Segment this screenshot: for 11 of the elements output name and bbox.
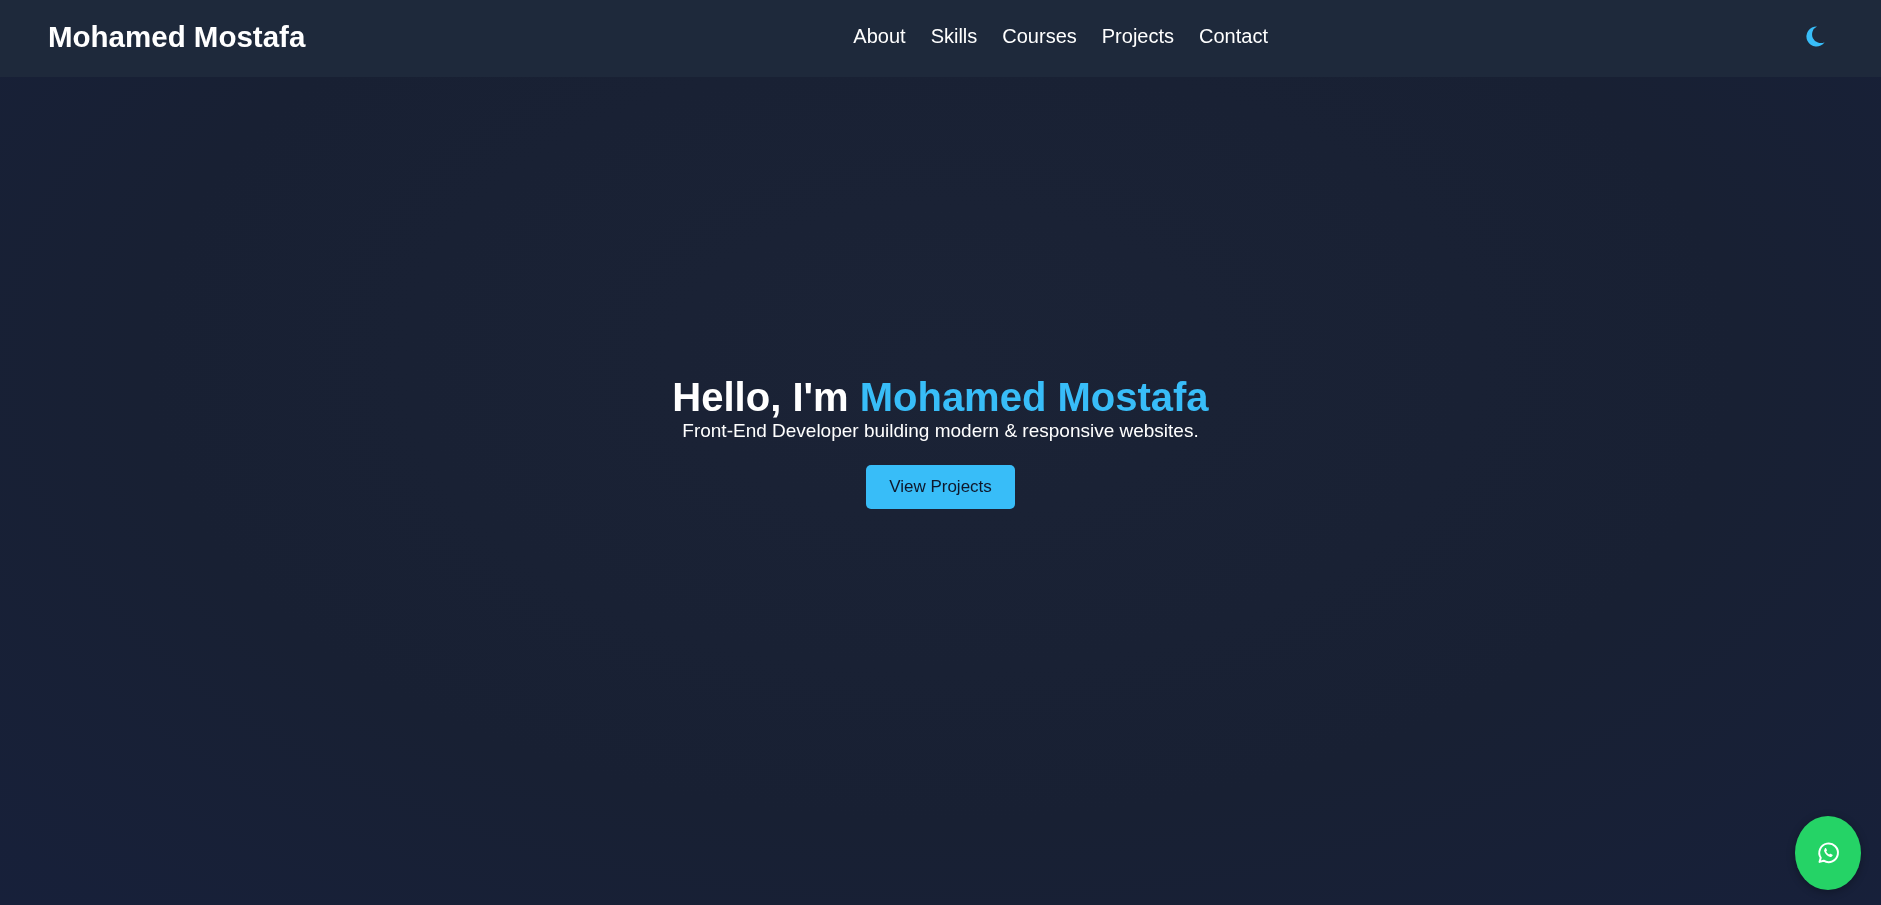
nav-link[interactable]: Skills [930,25,978,48]
nav-link[interactable]: About [853,25,906,48]
hero-subtitle: Front-End Developer building modern & responsive websites. [682,418,1199,443]
nav-link[interactable]: Courses [1002,25,1077,48]
hero-title: Hello, I'm Mohamed Mostafa [672,374,1209,419]
view-projects-button[interactable]: View Projects [866,465,1015,510]
nav-link[interactable]: Contact [1199,25,1268,48]
moon-icon [1806,26,1825,47]
phone-bubble-icon [1815,840,1841,866]
nav-link[interactable]: Projects [1101,25,1175,48]
site-logo[interactable]: Mohamed Mostafa [48,19,306,54]
